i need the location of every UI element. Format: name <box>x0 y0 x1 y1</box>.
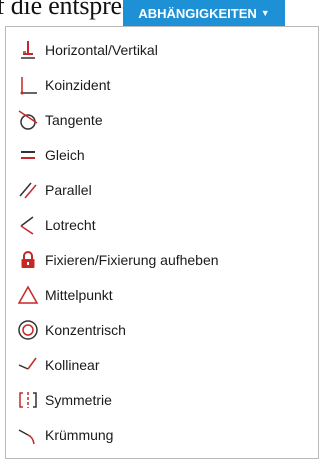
menu-item-label: Lotrecht <box>45 217 96 233</box>
menu-item-midpoint[interactable]: Mittelpunkt <box>6 280 318 310</box>
lock-icon <box>17 249 39 271</box>
menu-item-label: Mittelpunkt <box>45 287 113 303</box>
constraints-dropdown-label: ABHÄNGIGKEITEN <box>138 5 257 21</box>
collinear-constraint-icon <box>17 354 39 376</box>
coincident-constraint-icon <box>17 74 39 96</box>
perpendicular-constraint-icon <box>17 214 39 236</box>
menu-item-curvature[interactable]: Krümmung <box>6 420 318 450</box>
menu-item-equal[interactable]: Gleich <box>6 140 318 170</box>
equal-constraint-icon <box>17 144 39 166</box>
menu-item-horizontal-vertical[interactable]: Horizontal/Vertikal <box>6 35 318 65</box>
menu-item-fix-unfix[interactable]: Fixieren/Fixierung aufheben <box>6 245 318 275</box>
menu-item-label: Fixieren/Fixierung aufheben <box>45 252 219 268</box>
horizontal-vertical-constraint-icon <box>17 39 39 61</box>
menu-item-collinear[interactable]: Kollinear <box>6 350 318 380</box>
menu-item-coincident[interactable]: Koinzident <box>6 70 318 100</box>
constraints-dropdown-button[interactable]: ABHÄNGIGKEITEN ▼ <box>123 0 285 26</box>
menu-item-parallel[interactable]: Parallel <box>6 175 318 205</box>
menu-item-symmetry[interactable]: Symmetrie <box>6 385 318 415</box>
midpoint-triangle-icon <box>17 284 39 306</box>
menu-item-tangent[interactable]: Tangente <box>6 105 318 135</box>
menu-item-label: Koinzident <box>45 77 111 93</box>
menu-item-label: Gleich <box>45 147 85 163</box>
menu-item-label: Konzentrisch <box>45 322 126 338</box>
menu-item-concentric[interactable]: Konzentrisch <box>6 315 318 345</box>
symmetry-constraint-icon <box>17 389 39 411</box>
menu-item-label: Horizontal/Vertikal <box>45 42 158 58</box>
menu-item-label: Symmetrie <box>45 392 112 408</box>
parallel-constraint-icon <box>17 179 39 201</box>
menu-item-label: Tangente <box>45 112 103 128</box>
concentric-circles-icon <box>17 319 39 341</box>
tangent-constraint-icon <box>17 109 39 131</box>
curvature-constraint-icon <box>17 424 39 446</box>
menu-item-label: Krümmung <box>45 427 114 443</box>
menu-item-label: Kollinear <box>45 357 100 373</box>
constraints-menu: Horizontal/Vertikal Koinzident Tangente <box>5 26 319 459</box>
menu-item-label: Parallel <box>45 182 92 198</box>
chevron-down-icon: ▼ <box>260 8 270 18</box>
menu-item-perpendicular[interactable]: Lotrecht <box>6 210 318 240</box>
